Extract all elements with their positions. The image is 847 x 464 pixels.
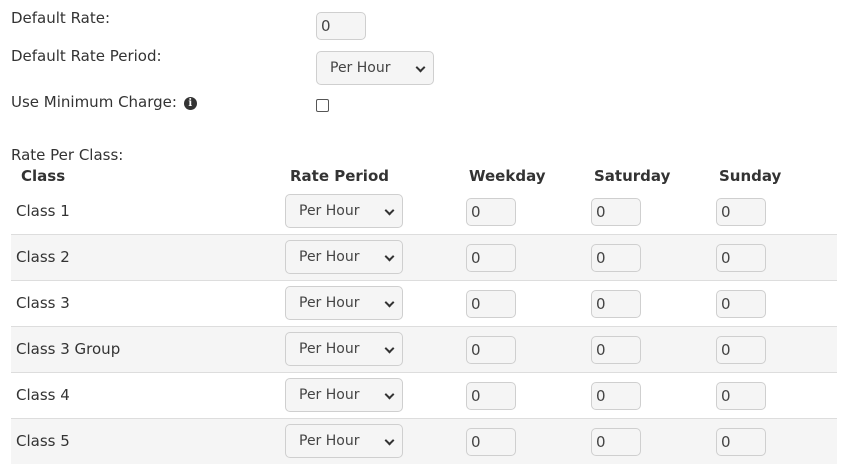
column-header-saturday: Saturday	[594, 167, 671, 185]
table-row: Class 4 Per Hour	[11, 372, 837, 418]
saturday-rate-input[interactable]	[591, 336, 641, 364]
sunday-rate-input[interactable]	[716, 244, 766, 272]
sunday-rate-input[interactable]	[716, 428, 766, 456]
rate-period-value: Per Hour	[299, 433, 360, 449]
class-name-cell: Class 5	[16, 432, 70, 450]
table-row: Class 3 Group Per Hour	[11, 326, 837, 372]
row-divider	[11, 234, 837, 235]
saturday-rate-input[interactable]	[591, 428, 641, 456]
default-rate-period-select[interactable]: Per Hour	[316, 51, 434, 85]
weekday-rate-input[interactable]	[466, 290, 516, 318]
rate-period-value: Per Hour	[299, 341, 360, 357]
column-header-rate-period: Rate Period	[290, 167, 389, 185]
class-name-cell: Class 3	[16, 294, 70, 312]
rate-period-select[interactable]: Per Hour	[285, 240, 403, 274]
use-minimum-charge-checkbox[interactable]	[316, 99, 329, 112]
rate-period-select[interactable]: Per Hour	[285, 286, 403, 320]
class-name-cell: Class 3 Group	[16, 340, 121, 358]
saturday-rate-input[interactable]	[591, 198, 641, 226]
saturday-rate-input[interactable]	[591, 382, 641, 410]
weekday-rate-input[interactable]	[466, 244, 516, 272]
chevron-down-icon	[384, 389, 395, 400]
saturday-rate-input[interactable]	[591, 244, 641, 272]
saturday-rate-input[interactable]	[591, 290, 641, 318]
chevron-down-icon	[384, 343, 395, 354]
use-minimum-charge-row: Use Minimum Charge: i	[11, 93, 197, 111]
sunday-rate-input[interactable]	[716, 290, 766, 318]
chevron-down-icon	[384, 251, 395, 262]
class-name-cell: Class 2	[16, 248, 70, 266]
sunday-rate-input[interactable]	[716, 382, 766, 410]
column-header-weekday: Weekday	[469, 167, 546, 185]
rate-period-value: Per Hour	[299, 249, 360, 265]
column-header-sunday: Sunday	[719, 167, 782, 185]
default-rate-input[interactable]	[316, 12, 366, 40]
rate-period-value: Per Hour	[299, 387, 360, 403]
chevron-down-icon	[384, 205, 395, 216]
weekday-rate-input[interactable]	[466, 382, 516, 410]
table-row: Class 2 Per Hour	[11, 234, 837, 280]
info-circle-icon[interactable]: i	[183, 97, 197, 110]
row-divider	[11, 372, 837, 373]
row-divider	[11, 280, 837, 281]
rate-period-select[interactable]: Per Hour	[285, 378, 403, 412]
column-header-class: Class	[21, 167, 66, 185]
weekday-rate-input[interactable]	[466, 428, 516, 456]
use-minimum-charge-label: Use Minimum Charge:	[11, 93, 177, 111]
class-name-cell: Class 1	[16, 202, 70, 220]
sunday-rate-input[interactable]	[716, 198, 766, 226]
class-name-cell: Class 4	[16, 386, 70, 404]
chevron-down-icon	[384, 435, 395, 446]
row-divider	[11, 418, 837, 419]
default-rate-label: Default Rate:	[11, 9, 111, 27]
row-divider	[11, 326, 837, 327]
table-row: Class 5 Per Hour	[11, 418, 837, 464]
rate-period-value: Per Hour	[299, 295, 360, 311]
rate-period-select[interactable]: Per Hour	[285, 332, 403, 366]
chevron-down-icon	[384, 297, 395, 308]
rate-period-value: Per Hour	[299, 203, 360, 219]
rate-period-select[interactable]: Per Hour	[285, 424, 403, 458]
rate-period-select[interactable]: Per Hour	[285, 194, 403, 228]
weekday-rate-input[interactable]	[466, 336, 516, 364]
default-rate-period-value: Per Hour	[330, 60, 391, 76]
chevron-down-icon	[415, 62, 426, 73]
weekday-rate-input[interactable]	[466, 198, 516, 226]
table-row: Class 3 Per Hour	[11, 280, 837, 326]
table-row: Class 1 Per Hour	[11, 188, 837, 234]
sunday-rate-input[interactable]	[716, 336, 766, 364]
rate-per-class-label: Rate Per Class:	[11, 146, 124, 164]
default-rate-period-label: Default Rate Period:	[11, 47, 162, 65]
